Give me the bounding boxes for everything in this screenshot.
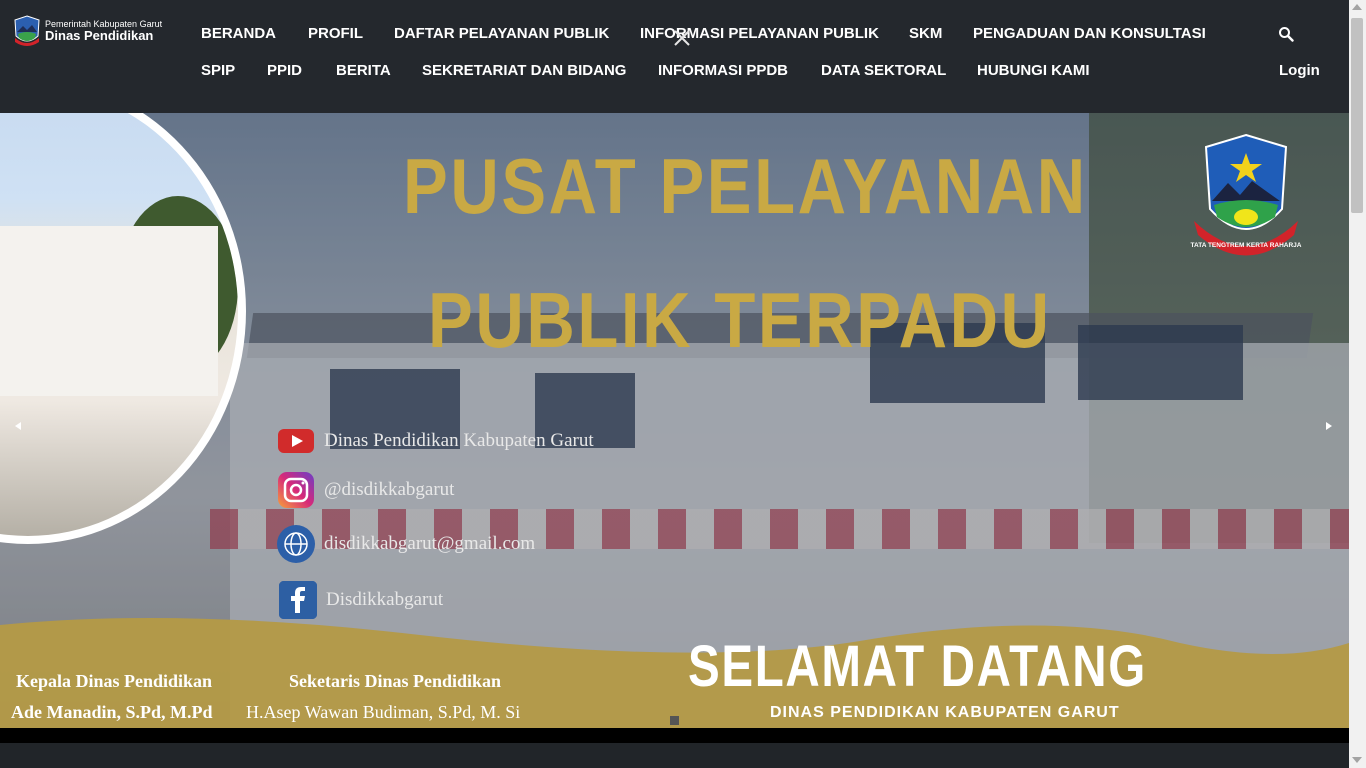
nav-spip[interactable]: SPIP — [201, 62, 235, 79]
social-youtube-text: Dinas Pendidikan Kabupaten Garut — [324, 430, 594, 451]
photo-building — [0, 226, 218, 396]
official-role-2: Seketaris Dinas Pendidikan — [289, 671, 502, 691]
carousel-next-icon[interactable] — [1326, 422, 1332, 430]
scroll-down-icon[interactable] — [1352, 757, 1362, 763]
banner-title-line2: PUBLIK TERPADU — [428, 276, 1052, 364]
welcome-heading: SELAMAT DATANG — [688, 634, 1147, 699]
carousel-prev-icon[interactable] — [15, 422, 21, 430]
social-website[interactable]: disdikkabgarut@gmail.com — [276, 524, 535, 564]
logo-title: Dinas Pendidikan — [45, 28, 154, 43]
nav-sekretariat-dan-bidang[interactable]: SEKRETARIAT DAN BIDANG — [422, 62, 626, 79]
instagram-icon — [278, 472, 314, 508]
nav-pengaduan-dan-konsultasi[interactable]: PENGADUAN DAN KONSULTASI — [973, 25, 1206, 42]
social-website-text: disdikkabgarut@gmail.com — [324, 533, 536, 554]
carousel-indicator[interactable] — [670, 716, 679, 725]
hero-banner: PUSAT PELAYANAN PUBLIK TERPADU TATA TENG… — [0, 113, 1349, 728]
social-facebook-text: Disdikkabgarut — [326, 589, 444, 610]
crest-motto: TATA TENGTREM KERTA RAHARJA — [1191, 242, 1302, 249]
nav-profil[interactable]: PROFIL — [308, 25, 363, 42]
nav-berita[interactable]: BERITA — [336, 62, 391, 79]
social-youtube[interactable]: Dinas Pendidikan Kabupaten Garut — [276, 421, 594, 461]
nav-skm[interactable]: SKM — [909, 25, 942, 42]
nav-beranda[interactable]: BERANDA — [201, 25, 276, 42]
nav-hubungi-kami[interactable]: HUBUNGI KAMI — [977, 62, 1090, 79]
social-instagram[interactable]: @disdikkabgarut — [276, 470, 454, 510]
scroll-up-icon[interactable] — [1352, 4, 1362, 10]
youtube-icon — [278, 429, 314, 453]
nav-ppid[interactable]: PPID — [267, 62, 302, 79]
garut-emblem-icon — [14, 15, 40, 46]
welcome-subheading: DINAS PENDIDIKAN KABUPATEN GARUT — [770, 704, 1120, 721]
site-logo[interactable]: Pemerintah Kabupaten Garut Dinas Pendidi… — [12, 14, 162, 48]
banner-bottom-bar — [0, 728, 1349, 743]
official-name-1: Ade Manadin, S.Pd, M.Pd — [11, 702, 213, 722]
page-footer-area — [0, 743, 1349, 768]
nav-daftar-pelayanan-publik[interactable]: DAFTAR PELAYANAN PUBLIK — [394, 25, 609, 42]
login-link[interactable]: Login — [1279, 62, 1320, 79]
site-header: Pemerintah Kabupaten Garut Dinas Pendidi… — [0, 0, 1349, 113]
nav-data-sektoral[interactable]: DATA SEKTORAL — [821, 62, 946, 79]
official-name-2: H.Asep Wawan Budiman, S.Pd, M. Si — [246, 702, 521, 722]
official-role-1: Kepala Dinas Pendidikan — [16, 671, 213, 691]
nav-informasi-ppdb[interactable]: INFORMASI PPDB — [658, 62, 788, 79]
close-icon[interactable] — [673, 29, 691, 47]
social-instagram-text: @disdikkabgarut — [324, 479, 455, 500]
banner-title-line1: PUSAT PELAYANAN — [403, 142, 1088, 230]
globe-icon — [277, 525, 315, 563]
scrollbar-thumb[interactable] — [1351, 18, 1363, 213]
garut-crest-icon: TATA TENGTREM KERTA RAHARJA — [1191, 133, 1302, 256]
search-icon[interactable] — [1278, 26, 1294, 42]
